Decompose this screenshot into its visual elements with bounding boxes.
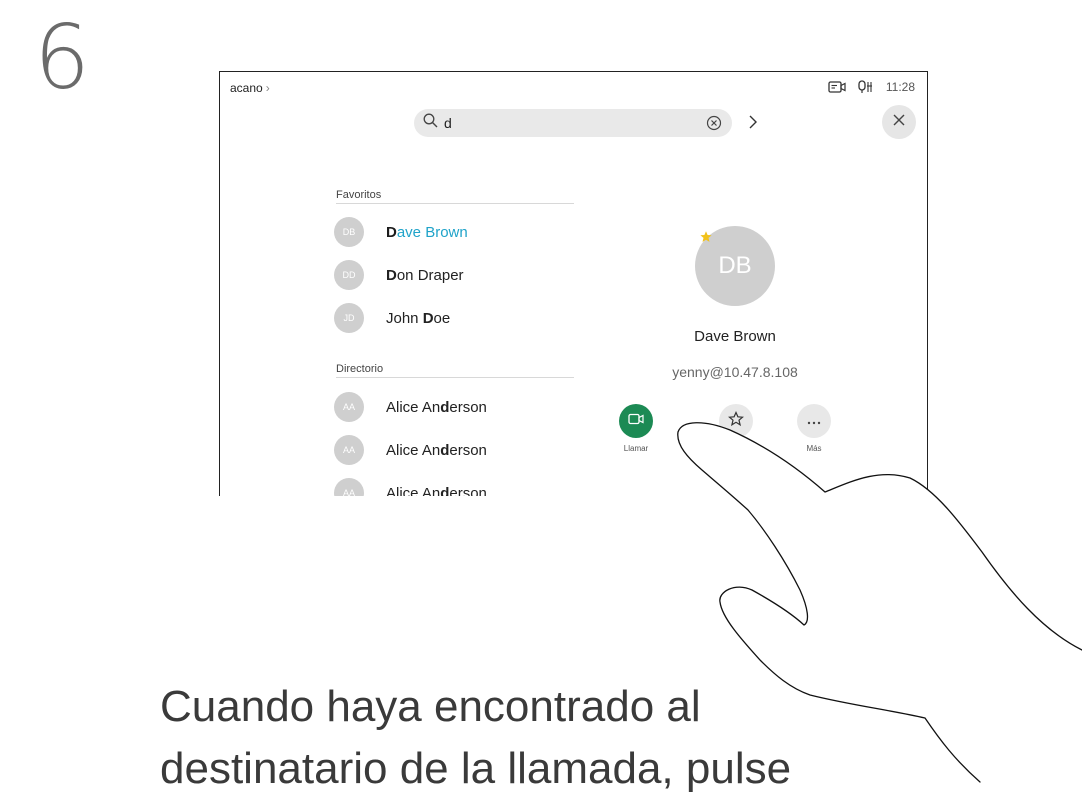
instruction-line-1: Cuando haya encontrado al xyxy=(160,682,701,731)
instruction-line-2: destinatario de la llamada, pulse xyxy=(160,744,792,793)
instruction-text: Cuando haya encontrado al destinatario d… xyxy=(160,676,791,800)
